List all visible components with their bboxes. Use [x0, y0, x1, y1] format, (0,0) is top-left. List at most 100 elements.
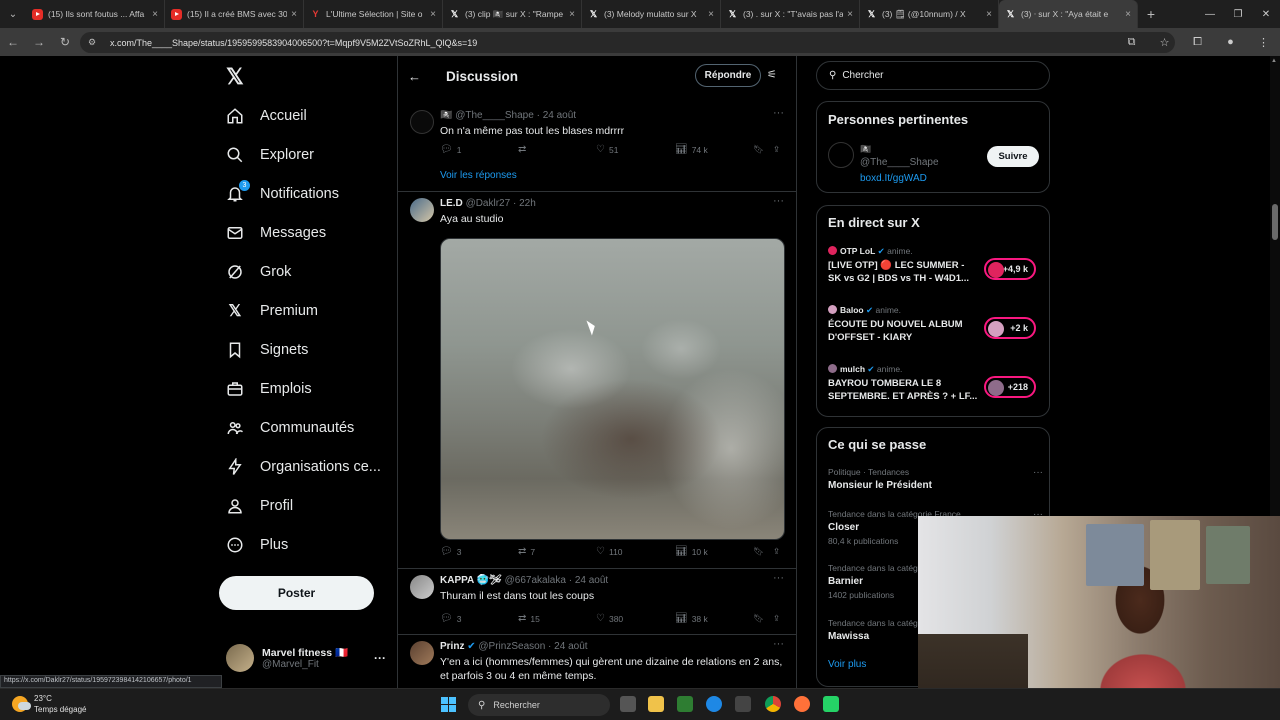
tweet-reply-3[interactable]: KAPPA 🥶🛩 @667akalaka · 24 août ··· Thura… — [398, 569, 796, 635]
reply-action[interactable]: 💬︎ 3 — [440, 546, 461, 557]
tweet-time[interactable]: 24 août — [575, 575, 608, 586]
repost-action[interactable]: ⇄ 7 — [518, 546, 535, 557]
follow-button[interactable]: Suivre — [987, 146, 1039, 167]
browser-menu-icon[interactable]: ⋮ — [1247, 28, 1280, 56]
tweet-author-name[interactable]: LE.D — [440, 198, 463, 209]
browser-tab-8-active[interactable]: 𝕏 (3) ᐧ sur X : "Aya était e × — [999, 0, 1138, 28]
tweet-time[interactable]: 22h — [519, 198, 536, 209]
views-action[interactable]: 📊︎ 10 k — [675, 546, 708, 557]
reply-action[interactable]: 💬︎ 3 — [440, 613, 461, 624]
avatar[interactable] — [410, 575, 434, 599]
close-tab-icon[interactable]: × — [847, 9, 853, 20]
tweet-reply-2[interactable]: LE.D @Daklr27 · 22h ··· Aya au studio 💬︎… — [398, 192, 796, 569]
close-tab-icon[interactable]: × — [1125, 9, 1131, 20]
tweet-photo[interactable] — [440, 238, 785, 540]
close-tab-icon[interactable]: × — [708, 9, 714, 20]
nav-item-emplois[interactable]: Emplois — [226, 374, 312, 404]
nav-item-organisations[interactable]: Organisations ce... — [226, 452, 381, 482]
nav-item-communautes[interactable]: Communautés — [226, 413, 354, 443]
tweet-time[interactable]: 24 août — [543, 110, 576, 121]
tweet-handle[interactable]: @667akalaka — [505, 575, 566, 586]
live-item[interactable]: Baloo ✔ anime. ÉCOUTE DU NOUVEL ALBUM D'… — [828, 305, 1043, 343]
task-view-icon[interactable] — [620, 696, 636, 712]
post-button[interactable]: Poster — [219, 576, 374, 610]
browser-tab-6[interactable]: 𝕏 (3) . sur X : "T'avais pas l'a × — [721, 0, 860, 28]
views-action[interactable]: 📊︎ 38 k — [675, 613, 708, 624]
tweet-reply-4[interactable]: Prinz ✔ @PrinzSeason · 24 août ··· Y'en … — [398, 635, 796, 688]
tweet-author-name[interactable]: KAPPA 🥶🛩 — [440, 575, 502, 586]
tweet-time[interactable]: 24 août — [554, 641, 587, 652]
browser-tab-2[interactable]: (15) Il a créé BMS avec 30 × — [165, 0, 304, 28]
extensions-icon[interactable]: ⧠ — [1181, 28, 1214, 56]
share-icon[interactable]: ⇪ — [773, 613, 780, 624]
tweet-handle[interactable]: @PrinzSeason — [478, 641, 545, 652]
nav-item-accueil[interactable]: Accueil — [226, 101, 307, 131]
live-item[interactable]: mulch ✔ anime. BAYROU TOMBERA LE 8 SEPTE… — [828, 364, 1043, 402]
nav-item-notifications[interactable]: 3 Notifications — [226, 179, 339, 209]
search-input[interactable]: ⚲ Chercher — [816, 61, 1050, 90]
repost-action[interactable]: ⇄ 15 — [518, 613, 540, 624]
browser-tab-1[interactable]: (15) Ils sont foutus ... Affa × — [26, 0, 165, 28]
repost-action[interactable]: ⇄ — [518, 144, 530, 155]
browser-tab-3[interactable]: Y L'Ultime Sélection | Site o × — [304, 0, 443, 28]
person-link[interactable]: boxd.It/ggWAD — [860, 173, 927, 184]
close-tab-icon[interactable]: × — [152, 9, 158, 20]
avatar[interactable] — [410, 110, 434, 134]
x-logo[interactable]: 𝕏 — [226, 64, 244, 90]
live-listeners-pill[interactable]: +4,9 k — [984, 258, 1036, 280]
browser-tab-7[interactable]: 𝕏 (3) 🗒 (@10nnum) / X × — [860, 0, 999, 28]
site-info-icon[interactable]: ⚙ — [88, 37, 100, 48]
nav-item-grok[interactable]: Grok — [226, 257, 291, 287]
reply-button[interactable]: Répondre — [695, 64, 761, 87]
live-listeners-pill[interactable]: +2 k — [984, 317, 1036, 339]
tweet-handle[interactable]: @The____Shape — [455, 110, 534, 121]
bookmark-icon[interactable]: 🔖︎ — [753, 546, 764, 557]
reply-action[interactable]: 💬︎ 1 — [440, 144, 461, 155]
weather-widget[interactable]: 23°C Temps dégagé — [12, 693, 86, 715]
minimize-icon[interactable]: — — [1196, 0, 1224, 28]
filter-icon[interactable]: ⚟ — [767, 68, 777, 81]
avatar[interactable] — [410, 641, 434, 665]
views-action[interactable]: 📊︎ 74 k — [675, 144, 708, 155]
more-icon[interactable]: ··· — [1033, 467, 1043, 478]
bookmark-icon[interactable]: 🔖︎ — [753, 613, 764, 624]
file-explorer-icon[interactable] — [648, 696, 664, 712]
store-icon[interactable] — [735, 696, 751, 712]
like-action[interactable]: ♡ 110 — [596, 546, 623, 557]
avatar[interactable] — [828, 142, 854, 168]
scrollbar-thumb[interactable] — [1272, 204, 1278, 240]
trend-item[interactable]: Politique · Tendances Monsieur le Présid… — [828, 467, 1043, 491]
live-item[interactable]: OTP LoL ✔ anime. [LIVE OTP] 🔴 LEC SUMMER… — [828, 246, 1043, 284]
close-tab-icon[interactable]: × — [569, 9, 575, 20]
bookmark-star-icon[interactable]: ☆ — [1148, 28, 1181, 56]
nav-item-explorer[interactable]: Explorer — [226, 140, 314, 170]
app-icon[interactable] — [823, 696, 839, 712]
close-tab-icon[interactable]: × — [430, 9, 436, 20]
share-icon[interactable]: ⇪ — [773, 144, 780, 155]
reload-icon[interactable]: ↻ — [52, 28, 78, 56]
more-icon[interactable]: ··· — [773, 107, 784, 119]
share-icon[interactable]: ⇪ — [773, 546, 780, 557]
back-arrow-icon[interactable]: ← — [408, 69, 424, 84]
see-more-link[interactable]: Voir plus — [828, 659, 866, 670]
edge-icon[interactable] — [706, 696, 722, 712]
nvidia-icon[interactable] — [677, 696, 693, 712]
nav-item-plus[interactable]: Plus — [226, 530, 288, 560]
browser-tab-5[interactable]: 𝕏 (3) Melody mulatto sur X × — [582, 0, 721, 28]
nav-item-profil[interactable]: Profil — [226, 491, 293, 521]
see-replies-link[interactable]: Voir les réponses — [440, 170, 517, 181]
nav-item-signets[interactable]: Signets — [226, 335, 308, 365]
cast-icon[interactable]: ⧉ — [1115, 28, 1148, 56]
like-action[interactable]: ♡ 51 — [596, 144, 618, 155]
nav-item-premium[interactable]: 𝕏 Premium — [226, 296, 318, 326]
more-icon[interactable]: ··· — [773, 572, 784, 584]
tab-list-button[interactable]: ⌄ — [0, 0, 26, 28]
live-listeners-pill[interactable]: +218 — [984, 376, 1036, 398]
more-icon[interactable]: ··· — [773, 195, 784, 207]
more-icon[interactable]: ··· — [773, 638, 784, 650]
account-switcher[interactable]: Marvel fitness 🇫🇷 @Marvel_Fit ··· — [226, 642, 386, 674]
tweet-handle[interactable]: @Daklr27 — [466, 198, 511, 209]
person-handle[interactable]: @The____Shape — [860, 157, 939, 168]
like-action[interactable]: ♡ 380 — [596, 613, 623, 624]
windows-start-icon[interactable] — [441, 697, 456, 712]
